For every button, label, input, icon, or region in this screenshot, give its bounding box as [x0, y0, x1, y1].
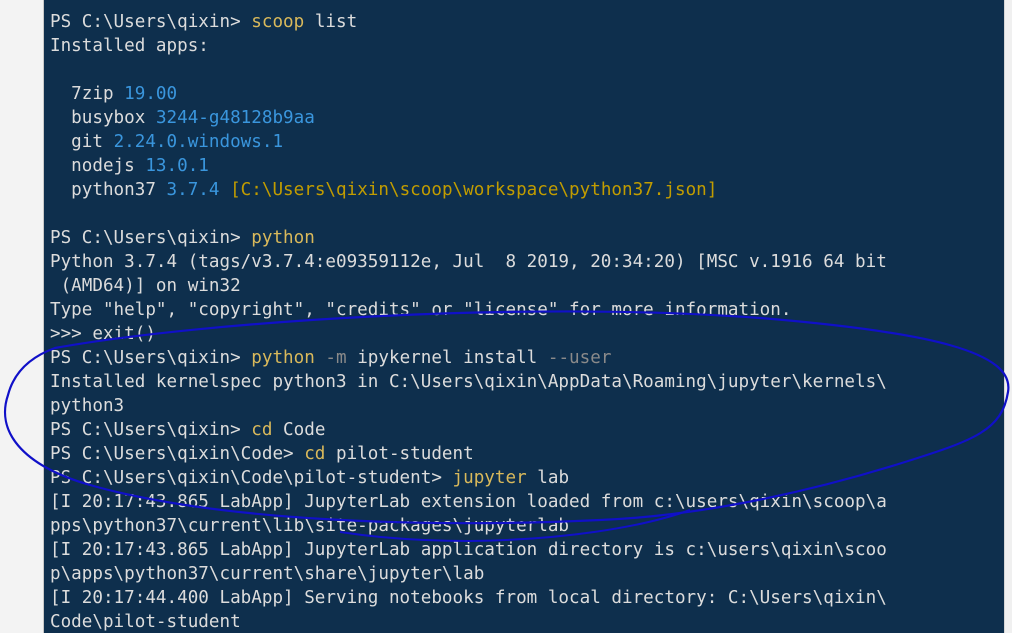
terminal-text-param: --user — [547, 348, 612, 368]
terminal-line: python37 3.7.4 [C:\Users\qixin\scoop\wor… — [50, 178, 887, 202]
terminal-text-default: git — [50, 132, 114, 152]
terminal-text-default: PS C:\Users\qixin\Code\pilot-student> — [50, 468, 453, 488]
terminal-line: >>> exit() — [50, 322, 887, 346]
terminal-line: Python 3.7.4 (tags/v3.7.4:e09359112e, Ju… — [50, 250, 887, 274]
terminal-text-ver: 3244-g48128b9aa — [155, 108, 315, 128]
terminal-output: PS C:\Users\qixin> scoop list Installed a… — [50, 10, 887, 633]
terminal-line: python3 — [50, 394, 887, 418]
terminal-text-cmd: cd — [304, 444, 326, 464]
terminal-text-ver: 2.24.0.windows.1 — [113, 132, 284, 152]
terminal-text-default: Code — [272, 420, 326, 440]
terminal-text-default: python3 — [50, 396, 125, 416]
terminal-line: [I 20:17:43.865 LabApp] JupyterLab appli… — [50, 538, 887, 562]
terminal-text-default: Installed apps: — [50, 36, 209, 56]
terminal-text-default: (AMD64)] on win32 — [50, 276, 241, 296]
terminal-text-default: Code\pilot-student — [50, 612, 241, 632]
terminal-line: [I 20:17:44.400 LabApp] Serving notebook… — [50, 586, 887, 610]
terminal-text-default: Type "help", "copyright", "credits" or "… — [50, 300, 792, 320]
terminal-text-ver: 19.00 — [124, 84, 178, 104]
terminal-text-default: [I 20:17:44.400 LabApp] Serving notebook… — [50, 588, 887, 608]
terminal-text-default: PS C:\Users\qixin> — [50, 228, 252, 248]
terminal-line: p\apps\python37\current\share\jupyter\la… — [50, 562, 887, 586]
terminal-line: PS C:\Users\qixin> cd Code — [50, 418, 887, 442]
powershell-terminal[interactable]: PS C:\Users\qixin> scoop list Installed a… — [44, 0, 1004, 633]
terminal-scrollbar[interactable] — [1004, 0, 1012, 633]
terminal-text-path: [C:\Users\qixin\scoop\workspace\python37… — [219, 180, 718, 200]
screenshot-window: PS C:\Users\qixin> scoop list Installed a… — [0, 0, 1012, 633]
terminal-text-default: [I 20:17:43.865 LabApp] JupyterLab appli… — [50, 540, 887, 560]
terminal-text-param: -m — [314, 348, 347, 368]
terminal-line: PS C:\Users\qixin\Code\pilot-student> ju… — [50, 466, 887, 490]
terminal-text-default: PS C:\Users\qixin\Code> — [50, 444, 305, 464]
terminal-text-default: PS C:\Users\qixin> — [50, 348, 252, 368]
terminal-text-cmd: scoop — [251, 12, 305, 32]
terminal-text-default: nodejs — [50, 156, 146, 176]
terminal-line: git 2.24.0.windows.1 — [50, 130, 887, 154]
terminal-line: PS C:\Users\qixin> python — [50, 226, 887, 250]
terminal-text-cmd: cd — [251, 420, 273, 440]
terminal-line: busybox 3244-g48128b9aa — [50, 106, 887, 130]
terminal-line: Installed kernelspec python3 in C:\Users… — [50, 370, 887, 394]
terminal-text-default: [I 20:17:43.865 LabApp] JupyterLab exten… — [50, 492, 887, 512]
terminal-text-default: p\apps\python37\current\share\jupyter\la… — [50, 564, 485, 584]
terminal-text-ver: 3.7.4 — [166, 180, 220, 200]
terminal-text-cmd: python — [251, 228, 315, 248]
terminal-line: Type "help", "copyright", "credits" or "… — [50, 298, 887, 322]
terminal-line: PS C:\Users\qixin\Code> cd pilot-student — [50, 442, 887, 466]
terminal-text-default: Installed kernelspec python3 in C:\Users… — [50, 372, 887, 392]
terminal-text-default: lab — [526, 468, 570, 488]
terminal-text-default: >>> exit() — [50, 324, 156, 344]
terminal-line: 7zip 19.00 — [50, 82, 887, 106]
terminal-text-cmd: python — [251, 348, 315, 368]
terminal-text-default: busybox — [50, 108, 156, 128]
terminal-text-default: PS C:\Users\qixin> — [50, 12, 252, 32]
terminal-line: [I 20:17:43.865 LabApp] JupyterLab exten… — [50, 490, 887, 514]
terminal-text-cmd: jupyter — [452, 468, 527, 488]
terminal-line: Code\pilot-student — [50, 610, 887, 633]
terminal-line: nodejs 13.0.1 — [50, 154, 887, 178]
terminal-line: pps\python37\current\lib\site-packages\j… — [50, 514, 887, 538]
terminal-line: PS C:\Users\qixin> python -m ipykernel i… — [50, 346, 887, 370]
terminal-text-default: PS C:\Users\qixin> — [50, 420, 252, 440]
terminal-line: PS C:\Users\qixin> scoop list — [50, 10, 887, 34]
terminal-text-default: python37 — [50, 180, 167, 200]
left-window-edge — [0, 0, 44, 633]
terminal-text-default: Python 3.7.4 (tags/v3.7.4:e09359112e, Ju… — [50, 252, 887, 272]
terminal-text-default: pps\python37\current\lib\site-packages\j… — [50, 516, 570, 536]
terminal-text-default: pilot-student — [325, 444, 474, 464]
terminal-text-ver: 13.0.1 — [145, 156, 209, 176]
terminal-text-default: 7zip — [50, 84, 125, 104]
terminal-text-default: ipykernel install — [346, 348, 548, 368]
terminal-text-default: list — [304, 12, 358, 32]
terminal-line: Installed apps: — [50, 34, 887, 58]
terminal-line: (AMD64)] on win32 — [50, 274, 887, 298]
